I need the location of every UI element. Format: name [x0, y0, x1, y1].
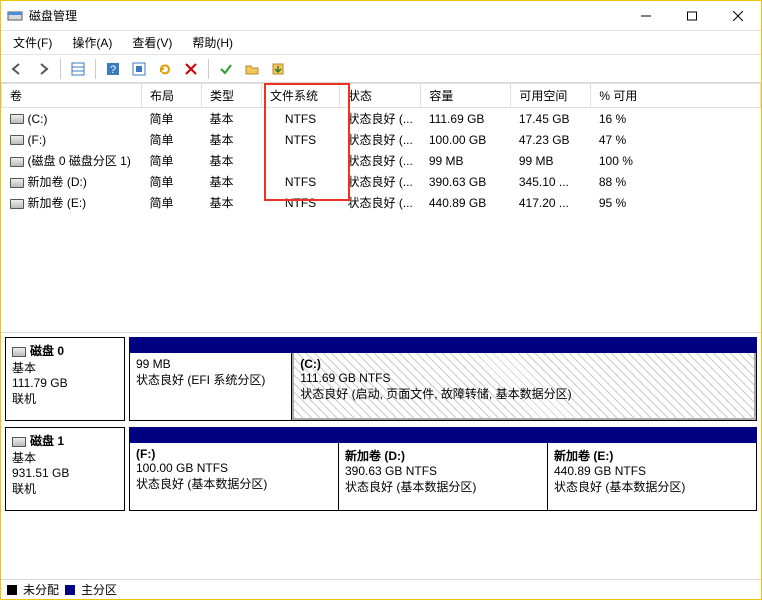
drive-icon [10, 114, 24, 124]
table-row[interactable]: (C:)简单基本NTFS状态良好 (...111.69 GB17.45 GB16… [2, 108, 761, 130]
legend-unalloc-label: 未分配 [23, 581, 59, 598]
maximize-button[interactable] [669, 1, 715, 31]
disk-icon [12, 347, 26, 357]
import-button[interactable] [266, 57, 290, 81]
table-row[interactable]: 新加卷 (D:)简单基本NTFS状态良好 (...390.63 GB345.10… [2, 171, 761, 192]
partition[interactable]: 新加卷 (E:)440.89 GB NTFS状态良好 (基本数据分区) [548, 443, 756, 510]
close-button[interactable] [715, 1, 761, 31]
window-title: 磁盘管理 [29, 7, 623, 24]
disk-header[interactable]: 磁盘 1基本931.51 GB联机 [5, 427, 125, 511]
forward-button[interactable] [31, 57, 55, 81]
partition[interactable]: (F:)100.00 GB NTFS状态良好 (基本数据分区) [130, 443, 339, 510]
col-volume[interactable]: 卷 [2, 84, 142, 108]
legend-primary-swatch [65, 585, 75, 595]
table-row[interactable]: 新加卷 (E:)简单基本NTFS状态良好 (...440.89 GB417.20… [2, 192, 761, 213]
svg-text:?: ? [110, 64, 116, 76]
disk-capacity-bar [129, 337, 757, 353]
menu-file[interactable]: 文件(F) [5, 32, 60, 53]
disk-row: 磁盘 0基本111.79 GB联机99 MB状态良好 (EFI 系统分区)(C:… [5, 337, 757, 421]
drive-icon [10, 135, 24, 145]
menu-help[interactable]: 帮助(H) [184, 32, 241, 53]
col-capacity[interactable]: 容量 [421, 84, 511, 108]
menubar: 文件(F) 操作(A) 查看(V) 帮助(H) [1, 31, 761, 55]
partition[interactable]: (C:)111.69 GB NTFS状态良好 (启动, 页面文件, 故障转储, … [292, 353, 756, 420]
disk-capacity-bar [129, 427, 757, 443]
menu-action[interactable]: 操作(A) [64, 32, 120, 53]
drive-icon [10, 178, 24, 188]
legend-primary-label: 主分区 [81, 581, 117, 598]
delete-button[interactable] [179, 57, 203, 81]
app-icon [7, 8, 23, 24]
table-row[interactable]: (磁盘 0 磁盘分区 1)简单基本状态良好 (...99 MB99 MB100 … [2, 150, 761, 171]
folder-button[interactable] [240, 57, 264, 81]
drive-icon [10, 157, 24, 167]
partition[interactable]: 新加卷 (D:)390.63 GB NTFS状态良好 (基本数据分区) [339, 443, 548, 510]
back-button[interactable] [5, 57, 29, 81]
minimize-button[interactable] [623, 1, 669, 31]
volume-table: 卷 布局 类型 文件系统 状态 容量 可用空间 % 可用 (C:)简单基本NTF… [1, 83, 761, 213]
partition[interactable]: 99 MB状态良好 (EFI 系统分区) [130, 353, 292, 420]
col-layout[interactable]: 布局 [142, 84, 202, 108]
col-free[interactable]: 可用空间 [511, 84, 591, 108]
drive-icon [10, 199, 24, 209]
help-button[interactable]: ? [101, 57, 125, 81]
disk-graphic-pane[interactable]: 磁盘 0基本111.79 GB联机99 MB状态良好 (EFI 系统分区)(C:… [1, 333, 761, 579]
col-type[interactable]: 类型 [202, 84, 262, 108]
disk-header[interactable]: 磁盘 0基本111.79 GB联机 [5, 337, 125, 421]
col-pctfree[interactable]: % 可用 [591, 84, 761, 108]
legend-unalloc-swatch [7, 585, 17, 595]
disk-row: 磁盘 1基本931.51 GB联机(F:)100.00 GB NTFS状态良好 … [5, 427, 757, 511]
view-list-button[interactable] [66, 57, 90, 81]
menu-view[interactable]: 查看(V) [124, 32, 180, 53]
refresh-button[interactable] [153, 57, 177, 81]
disk-icon [12, 437, 26, 447]
toolbar: ? [1, 55, 761, 83]
col-status[interactable]: 状态 [340, 84, 421, 108]
col-fs[interactable]: 文件系统 [262, 84, 340, 108]
settings-button[interactable] [127, 57, 151, 81]
legend: 未分配 主分区 [1, 579, 761, 599]
table-row[interactable]: (F:)简单基本NTFS状态良好 (...100.00 GB47.23 GB47… [2, 129, 761, 150]
volume-list-pane[interactable]: 卷 布局 类型 文件系统 状态 容量 可用空间 % 可用 (C:)简单基本NTF… [1, 83, 761, 333]
checkmark-button[interactable] [214, 57, 238, 81]
titlebar: 磁盘管理 [1, 1, 761, 31]
